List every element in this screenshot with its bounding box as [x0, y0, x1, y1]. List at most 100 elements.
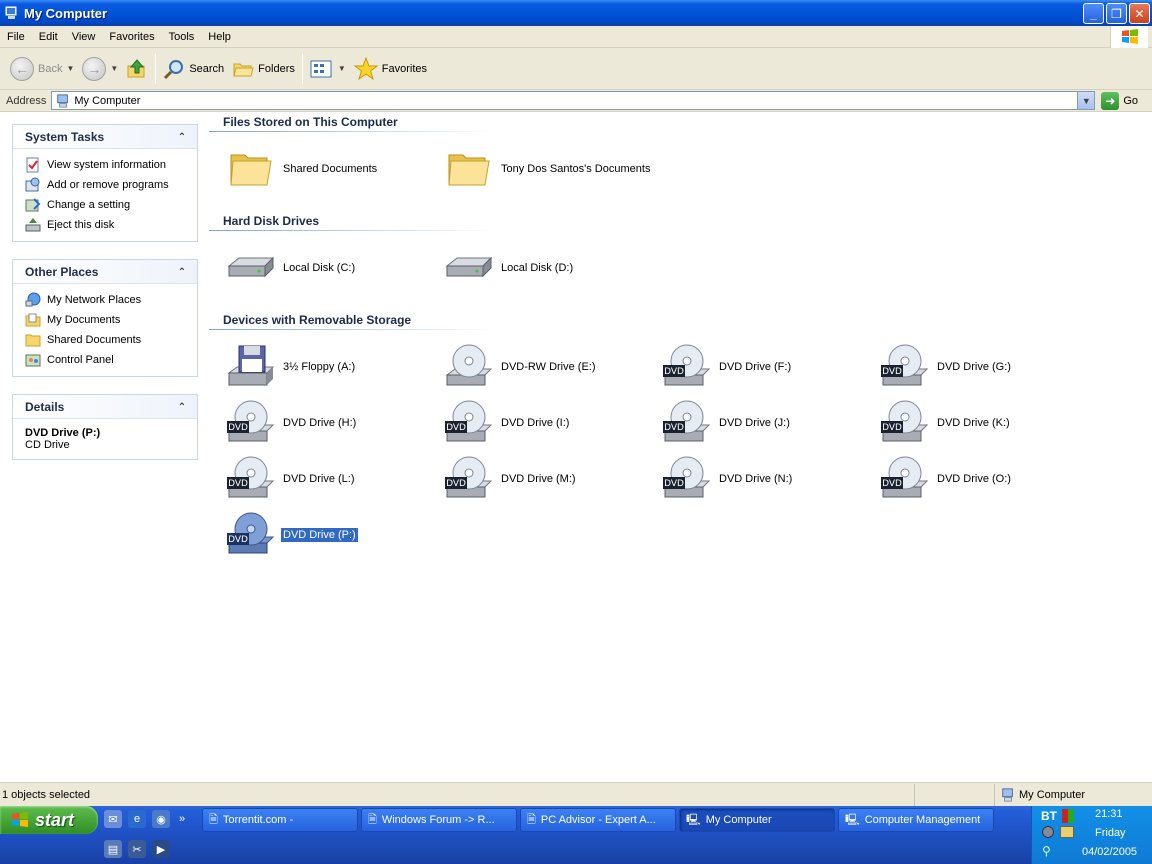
address-dropdown-button[interactable]: ▼: [1077, 92, 1095, 109]
views-icon: [310, 60, 332, 77]
item-user-documents[interactable]: Tony Dos Santos's Documents: [445, 145, 652, 193]
outlook-icon[interactable]: ✉: [104, 810, 122, 828]
dvd-badge: DVD: [664, 423, 684, 433]
menu-view[interactable]: View: [65, 31, 103, 43]
folder-icon: [230, 154, 272, 186]
address-value: My Computer: [74, 94, 141, 107]
task-add-remove-programs[interactable]: Add or remove programs: [25, 175, 197, 195]
item-dvdrw-e[interactable]: DVD-RW Drive (E:): [445, 343, 598, 391]
window-title: My Computer: [24, 5, 108, 21]
dvd-drive-icon: DVD: [227, 512, 275, 554]
task-torrentit[interactable]: 🗎 Torrentit.com -: [202, 808, 358, 832]
other-places-header[interactable]: Other Places ⌃: [13, 260, 197, 284]
item-dvd-g[interactable]: DVD DVD Drive (G:): [881, 343, 1013, 391]
network-status-icon[interactable]: [1062, 809, 1074, 823]
menu-help[interactable]: Help: [201, 31, 238, 43]
task-windows-forum[interactable]: 🗎 Windows Forum -> R...: [361, 808, 517, 832]
folder-icon: [25, 334, 41, 347]
internet-explorer-icon[interactable]: e: [128, 810, 146, 828]
menu-bar: File Edit View Favorites Tools Help: [0, 26, 1152, 48]
windows-logo-icon: [12, 812, 28, 827]
place-my-network-places[interactable]: My Network Places: [25, 290, 197, 310]
item-floppy-a[interactable]: 3½ Floppy (A:): [227, 343, 357, 391]
group-header-hard-disks: Hard Disk Drives: [223, 214, 320, 228]
task-view-system-info[interactable]: View system information: [25, 155, 197, 175]
menu-favorites[interactable]: Favorites: [102, 31, 161, 43]
forward-button[interactable]: → ▼: [78, 52, 122, 86]
place-shared-documents[interactable]: Shared Documents: [25, 330, 197, 350]
ie-page-icon: 🗎: [368, 813, 377, 826]
item-dvd-m[interactable]: DVD DVD Drive (M:): [445, 455, 578, 503]
collapse-chevron-icon[interactable]: ⌃: [175, 400, 189, 414]
back-button[interactable]: ← Back ▼: [6, 52, 78, 86]
item-local-disk-c[interactable]: Local Disk (C:): [227, 244, 357, 292]
address-input[interactable]: My Computer ▼: [51, 91, 1096, 110]
menu-edit[interactable]: Edit: [32, 31, 65, 43]
task-eject-disk[interactable]: Eject this disk: [25, 215, 197, 235]
item-shared-documents[interactable]: Shared Documents: [227, 145, 379, 193]
notepad-icon[interactable]: ▤: [104, 840, 122, 858]
task-computer-management[interactable]: 🖳 Computer Management: [838, 808, 994, 832]
isp-label[interactable]: BT: [1041, 809, 1057, 823]
folders-button[interactable]: Folders: [228, 52, 299, 86]
group-header-removable: Devices with Removable Storage: [223, 313, 412, 327]
item-dvd-p[interactable]: DVD DVD Drive (P:): [227, 511, 359, 559]
address-label: Address: [6, 94, 47, 107]
title-bar[interactable]: My Computer _ ❐ ✕: [0, 0, 1152, 26]
task-my-computer[interactable]: 🖳 My Computer: [679, 808, 835, 832]
collapse-chevron-icon[interactable]: ⌃: [175, 265, 189, 279]
item-dvd-k[interactable]: DVD DVD Drive (K:): [881, 399, 1012, 447]
start-button[interactable]: start: [0, 806, 98, 834]
my-computer-icon: 🖳: [686, 813, 701, 826]
views-button[interactable]: ▼: [306, 52, 350, 86]
details-type: CD Drive: [25, 439, 70, 451]
menu-file[interactable]: File: [0, 31, 32, 43]
system-info-icon: [26, 157, 39, 173]
collapse-chevron-icon[interactable]: ⌃: [175, 130, 189, 144]
menu-tools[interactable]: Tools: [162, 31, 202, 43]
dvd-drive-icon: DVD: [227, 456, 275, 498]
tray-antenna-icon[interactable]: ⚲: [1042, 844, 1056, 858]
item-dvd-f[interactable]: DVD DVD Drive (F:): [663, 343, 793, 391]
item-dvd-i[interactable]: DVD DVD Drive (I:): [445, 399, 571, 447]
system-tasks-header[interactable]: System Tasks ⌃: [13, 125, 197, 149]
place-control-panel[interactable]: Control Panel: [25, 350, 197, 370]
scissors-icon[interactable]: ✂: [128, 840, 146, 858]
restore-button[interactable]: ❐: [1106, 3, 1127, 24]
tray-app-icon[interactable]: [1060, 826, 1074, 838]
favorites-button[interactable]: Favorites: [350, 52, 431, 86]
content-area: Files Stored on This Computer Shared Doc…: [209, 112, 1152, 782]
dvd-drive-icon: DVD: [663, 400, 711, 442]
search-button[interactable]: Search: [159, 52, 228, 86]
media-icon[interactable]: ◉: [152, 810, 170, 828]
go-button[interactable]: ➜ Go: [1101, 91, 1138, 110]
task-change-setting[interactable]: Change a setting: [25, 195, 197, 215]
control-panel-icon: [25, 198, 41, 212]
item-dvd-h[interactable]: DVD DVD Drive (H:): [227, 399, 358, 447]
place-my-documents[interactable]: My Documents: [25, 310, 197, 330]
dvd-drive-icon: DVD: [663, 344, 711, 386]
item-dvd-n[interactable]: DVD DVD Drive (N:): [663, 455, 794, 503]
folders-icon: [233, 63, 254, 76]
clock-time[interactable]: 21:31: [1095, 808, 1123, 820]
ie-page-icon: 🗎: [527, 813, 536, 826]
media-player-icon[interactable]: ▶: [152, 840, 170, 858]
address-bar: Address My Computer ▼ ➜ Go: [0, 90, 1152, 112]
volume-icon[interactable]: [1042, 826, 1054, 838]
minimize-button[interactable]: _: [1083, 3, 1104, 24]
item-dvd-j[interactable]: DVD DVD Drive (J:): [663, 399, 792, 447]
task-pc-advisor[interactable]: 🗎 PC Advisor - Expert A...: [520, 808, 676, 832]
item-local-disk-d[interactable]: Local Disk (D:): [445, 244, 575, 292]
details-panel: Details ⌃ DVD Drive (P:) CD Drive: [12, 394, 198, 460]
item-dvd-l[interactable]: DVD DVD Drive (L:): [227, 455, 357, 503]
dvd-drive-icon: DVD: [227, 400, 275, 442]
details-header[interactable]: Details ⌃: [13, 395, 197, 419]
star-icon: [353, 56, 378, 80]
chevron-more-icon[interactable]: »: [176, 810, 188, 828]
close-button[interactable]: ✕: [1129, 3, 1150, 24]
ie-page-icon: 🗎: [209, 813, 218, 826]
item-dvd-o[interactable]: DVD DVD Drive (O:): [881, 455, 1013, 503]
dvd-badge: DVD: [228, 423, 248, 433]
up-folder-button[interactable]: [122, 52, 152, 86]
status-selection: 1 objects selected: [2, 788, 91, 801]
